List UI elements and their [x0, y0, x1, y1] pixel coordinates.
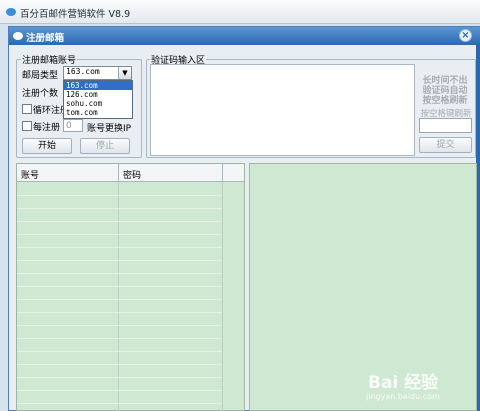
captcha-code-input[interactable]	[419, 118, 472, 133]
app-title: 百分百邮件营销软件 V8.9	[20, 9, 131, 20]
column-divider	[222, 182, 223, 411]
table-row	[17, 273, 222, 274]
submit-button[interactable]: 提交	[419, 137, 472, 153]
table-row	[17, 299, 222, 300]
column-header-password[interactable]: 密码	[123, 168, 141, 181]
table-row	[17, 338, 222, 339]
dropdown-option[interactable]: 126.com	[64, 90, 132, 99]
start-button[interactable]: 开始	[22, 138, 72, 154]
dialog-titlebar[interactable]	[9, 27, 480, 45]
app-logo-icon	[6, 8, 16, 16]
each-register-value: 0	[66, 121, 72, 131]
table-row	[17, 351, 222, 352]
account-table	[16, 163, 245, 411]
column-header-account[interactable]: 账号	[21, 168, 39, 181]
dropdown-option[interactable]: tom.com	[64, 108, 132, 117]
chevron-down-icon[interactable]: ▼	[118, 67, 131, 79]
register-count-label: 注册个数	[22, 89, 59, 99]
close-icon[interactable]: ×	[459, 29, 472, 42]
stop-button[interactable]: 停止	[80, 138, 130, 154]
watermark: Bai 经验	[368, 373, 439, 393]
captcha-hint: 长时间不出验证码自动按空格刷新	[422, 76, 468, 106]
table-row	[17, 312, 222, 313]
captcha-input-area[interactable]	[150, 64, 415, 156]
table-row	[17, 195, 222, 196]
table-header	[17, 164, 222, 182]
table-row	[17, 286, 222, 287]
register-group-legend: 注册邮箱账号	[21, 53, 78, 66]
table-row	[17, 325, 222, 326]
dialog-logo-icon	[13, 32, 23, 40]
table-row	[17, 364, 222, 365]
table-row	[17, 247, 222, 248]
table-row	[17, 390, 222, 391]
mail-type-select-value: 163.com	[66, 67, 100, 76]
table-row	[17, 221, 222, 222]
table-row	[17, 234, 222, 235]
change-ip-label: 账号更换IP	[87, 124, 132, 134]
loop-register-checkbox[interactable]	[22, 104, 32, 114]
dropdown-option[interactable]: sohu.com	[64, 99, 132, 108]
column-divider	[118, 164, 119, 181]
table-row	[17, 377, 222, 378]
dropdown-option[interactable]: 163.com	[64, 81, 132, 90]
dialog-title: 注册邮箱	[26, 33, 65, 44]
change-ip-checkbox[interactable]	[22, 121, 32, 131]
table-row	[17, 403, 222, 404]
table-row	[17, 208, 222, 209]
each-register-label: 每注册	[33, 123, 61, 133]
log-panel[interactable]	[249, 163, 477, 411]
table-row	[17, 260, 222, 261]
mail-type-label: 邮局类型	[22, 71, 59, 81]
watermark-sub: jingyan.baidu.com	[366, 392, 440, 401]
table-header-filler	[222, 164, 244, 182]
